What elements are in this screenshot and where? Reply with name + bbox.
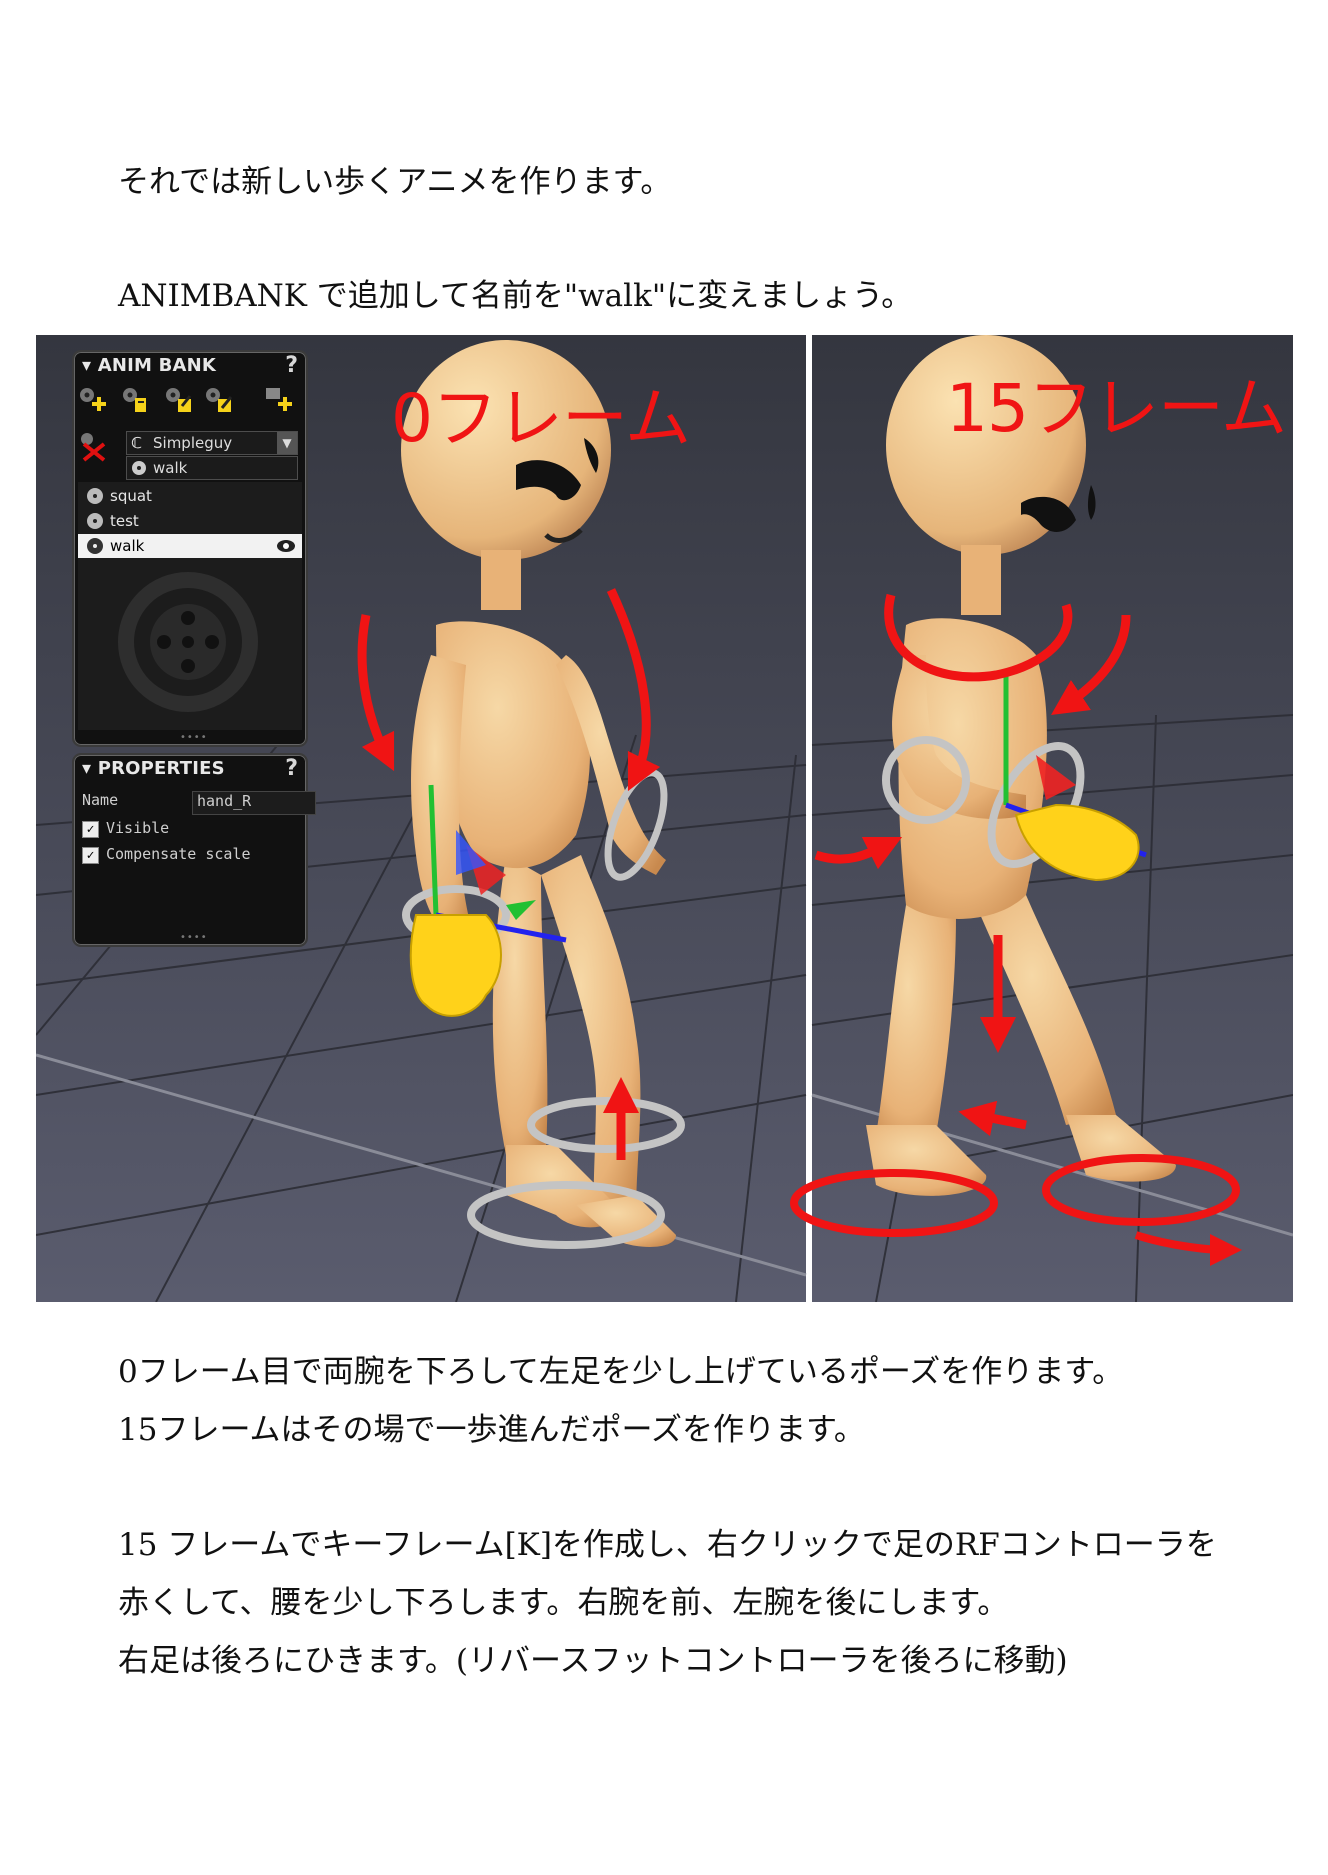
character-select-value: Simpleguy — [153, 434, 233, 452]
compensate-scale-checkbox[interactable]: ✓ — [82, 847, 99, 864]
film-reel-icon — [132, 461, 146, 475]
help-icon[interactable]: ? — [285, 353, 298, 378]
frame-15-label: 15フレーム — [946, 370, 1287, 447]
properties-panel: ▾ PROPERTIES ? Name hand_R ✓ Visible ✓ C… — [72, 753, 316, 947]
frame0-instruction: 0フレーム目で両腕を下ろして左足を少し上げているポーズを作ります。 — [118, 1354, 1124, 1390]
film-reel-icon — [87, 538, 103, 554]
copy-anim-icon[interactable] — [121, 386, 151, 416]
anim-bank-panel: ▾ ANIM BANK ? ℂ Simpleguy ▼ walk squat t… — [72, 350, 308, 747]
name-field[interactable]: hand_R — [192, 791, 316, 815]
right-foot-instruction: 右足は後ろにひきます。(リバースフットコントローラを後ろに移動) — [118, 1643, 1068, 1679]
intro-text: それでは新しい歩くアニメを作ります。 — [118, 164, 672, 200]
add-folder-icon[interactable] — [264, 386, 294, 416]
film-reel-watermark-icon — [118, 572, 258, 712]
visible-checkbox[interactable]: ✓ — [82, 821, 99, 838]
list-item[interactable]: squat — [78, 484, 302, 508]
list-item-label: walk — [110, 537, 145, 555]
anim-bank-title[interactable]: ▾ ANIM BANK — [82, 355, 216, 376]
properties-title[interactable]: ▾ PROPERTIES — [82, 758, 225, 779]
resize-handle[interactable]: •••• — [180, 732, 208, 743]
hip-instruction: 赤くして、腰を少し下ろします。右腕を前、左腕を後にします。 — [118, 1585, 1009, 1621]
character-icon: ℂ — [131, 434, 143, 452]
anim-name-value: walk — [153, 459, 188, 477]
frame-0-label: 0フレーム — [391, 380, 691, 457]
eye-icon[interactable] — [276, 538, 296, 554]
character-select[interactable]: ℂ Simpleguy ▼ — [126, 431, 298, 455]
list-item-selected[interactable]: walk — [78, 534, 302, 558]
compensate-scale-label: Compensate scale — [106, 845, 251, 863]
export-anim-icon[interactable] — [204, 386, 234, 416]
software-screenshot: 0フレーム 15フレーム ▾ ANIM BANK ? ℂ Simpleguy ▼… — [36, 335, 1293, 1302]
delete-anim-icon[interactable] — [78, 432, 108, 462]
add-anim-icon[interactable] — [78, 386, 108, 416]
keyframe-instruction: 15 フレームでキーフレーム[K]を作成し、右クリックで足のRFコントローラを — [118, 1527, 1217, 1563]
list-item[interactable]: test — [78, 509, 302, 533]
list-item-label: squat — [110, 487, 152, 505]
animbank-instruction: ANIMBANK で追加して名前を"walk"に変えましょう。 — [118, 278, 913, 314]
film-reel-icon — [87, 513, 103, 529]
anim-name-field[interactable]: walk — [126, 456, 298, 480]
film-reel-icon — [87, 488, 103, 504]
import-anim-icon[interactable] — [164, 386, 194, 416]
resize-handle[interactable]: •••• — [180, 932, 208, 943]
frame15-instruction: 15フレームはその場で一歩進んだポーズを作ります。 — [118, 1412, 865, 1448]
list-item-label: test — [110, 512, 139, 530]
help-icon[interactable]: ? — [285, 756, 298, 781]
anim-list: squat test walk — [78, 482, 302, 730]
chevron-down-icon[interactable]: ▼ — [277, 432, 297, 454]
name-row: Name hand_R — [82, 791, 316, 815]
name-label: Name — [82, 791, 119, 809]
visible-label: Visible — [106, 819, 170, 837]
